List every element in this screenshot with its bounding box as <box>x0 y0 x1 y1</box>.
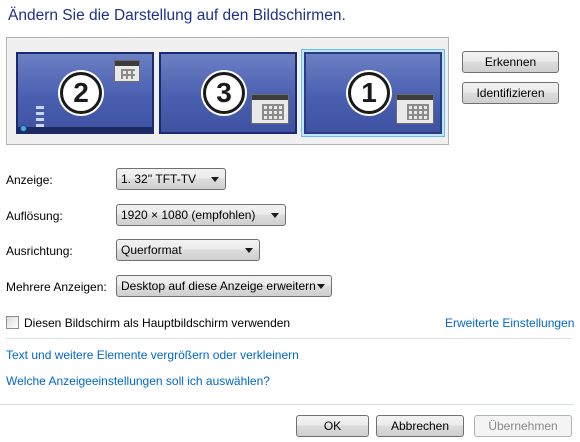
window-icon <box>396 94 434 124</box>
identify-button[interactable]: Identifizieren <box>462 82 559 104</box>
multiple-displays-label: Mehrere Anzeigen: <box>6 280 107 294</box>
display-label: Anzeige: <box>6 173 53 187</box>
desktop-icons <box>36 106 44 128</box>
monitor-3[interactable]: 3 <box>159 52 297 134</box>
monitor-number-badge: 1 <box>348 72 390 114</box>
monitor-number-badge: 3 <box>203 72 245 114</box>
chevron-down-icon <box>245 248 253 253</box>
apply-button[interactable]: Übernehmen <box>474 415 572 437</box>
orientation-label: Ausrichtung: <box>6 244 73 258</box>
chevron-down-icon <box>271 213 279 218</box>
resolution-select[interactable]: 1920 × 1080 (empfohlen) <box>116 204 286 226</box>
chevron-down-icon <box>317 284 325 289</box>
taskbar <box>18 127 152 132</box>
page-title: Ändern Sie die Darstellung auf den Bilds… <box>8 7 346 24</box>
monitor-number-badge: 2 <box>60 72 102 114</box>
display-select[interactable]: 1. 32'' TFT-TV <box>116 168 226 190</box>
multiple-displays-select-value: Desktop auf diese Anzeige erweitern <box>121 279 316 293</box>
window-icon <box>114 60 140 82</box>
divider <box>6 338 572 339</box>
orientation-select-value: Querformat <box>121 243 182 257</box>
resolution-label: Auflösung: <box>6 209 63 223</box>
ok-button[interactable]: OK <box>296 415 369 437</box>
main-display-checkbox[interactable] <box>6 316 19 329</box>
main-display-checkbox-label[interactable]: Diesen Bildschirm als Hauptbildschirm ve… <box>24 316 290 330</box>
detect-button[interactable]: Erkennen <box>462 51 559 73</box>
resolution-select-value: 1920 × 1080 (empfohlen) <box>121 208 256 222</box>
divider <box>0 404 574 405</box>
advanced-settings-link[interactable]: Erweiterte Einstellungen <box>445 316 574 330</box>
display-select-value: 1. 32'' TFT-TV <box>121 172 197 186</box>
text-size-link[interactable]: Text und weitere Elemente vergrößern ode… <box>6 348 299 362</box>
which-settings-link[interactable]: Welche Anzeigeeinstellungen soll ich aus… <box>6 374 270 388</box>
monitor-arrangement-area[interactable]: 2 3 1 <box>6 37 449 145</box>
multiple-displays-select[interactable]: Desktop auf diese Anzeige erweitern <box>116 275 332 297</box>
monitor-1[interactable]: 1 <box>304 52 442 134</box>
chevron-down-icon <box>211 177 219 182</box>
cancel-button[interactable]: Abbrechen <box>376 415 464 437</box>
window-icon <box>251 94 289 124</box>
start-button-icon <box>20 125 27 132</box>
orientation-select[interactable]: Querformat <box>116 239 260 261</box>
monitor-2[interactable]: 2 <box>16 52 154 134</box>
